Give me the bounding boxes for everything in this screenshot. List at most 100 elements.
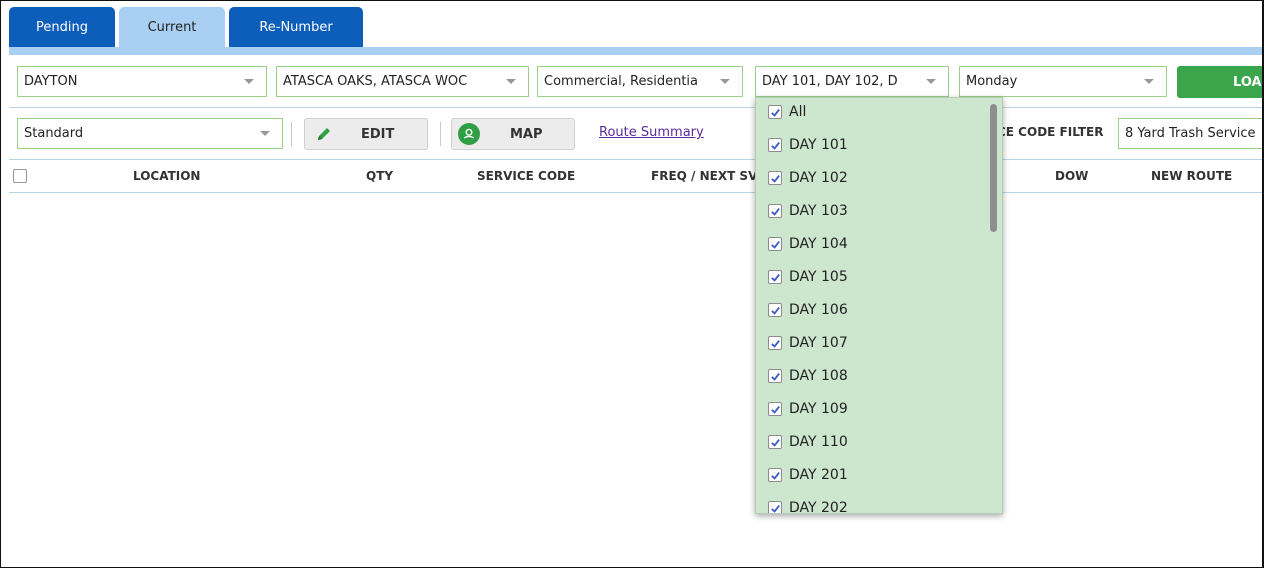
view-value: Standard — [24, 126, 84, 141]
route-option-checkbox[interactable] — [768, 270, 782, 284]
view-select[interactable]: Standard — [17, 118, 283, 149]
subdivision-select[interactable]: ATASCA OAKS, ATASCA WOC — [276, 66, 529, 97]
map-label: MAP — [510, 126, 543, 142]
column-qty[interactable]: QTY — [366, 169, 393, 183]
route-option[interactable]: DAY 102 — [768, 168, 848, 188]
route-option[interactable]: DAY 108 — [768, 366, 848, 386]
column-dow[interactable]: DOW — [1055, 169, 1088, 183]
route-option-checkbox[interactable] — [768, 402, 782, 416]
tab-current[interactable]: Current — [119, 7, 225, 47]
subdivision-value: ATASCA OAKS, ATASCA WOC — [283, 74, 468, 89]
route-option-checkbox[interactable] — [768, 468, 782, 482]
check-icon — [770, 405, 780, 414]
check-icon — [770, 372, 780, 381]
chevron-down-icon — [720, 79, 730, 84]
route-option-checkbox[interactable] — [768, 138, 782, 152]
route-option[interactable]: DAY 202 — [768, 498, 848, 514]
route-option[interactable]: DAY 110 — [768, 432, 848, 452]
route-option-label: DAY 201 — [789, 467, 848, 483]
route-option-label: DAY 101 — [789, 137, 848, 153]
chevron-down-icon — [926, 79, 936, 84]
day-value: Monday — [966, 74, 1018, 89]
route-option[interactable]: DAY 201 — [768, 465, 848, 485]
chevron-down-icon — [1144, 79, 1154, 84]
route-option-label: DAY 107 — [789, 335, 848, 351]
route-option[interactable]: DAY 104 — [768, 234, 848, 254]
route-option-checkbox[interactable] — [768, 435, 782, 449]
check-icon — [770, 240, 780, 249]
division-value: DAYTON — [24, 74, 78, 89]
route-option[interactable]: DAY 109 — [768, 399, 848, 419]
column-new-route[interactable]: NEW ROUTE — [1151, 169, 1232, 183]
route-option-label: DAY 108 — [789, 368, 848, 384]
chevron-down-icon — [244, 79, 254, 84]
check-icon — [770, 174, 780, 183]
check-icon — [770, 306, 780, 315]
check-icon — [770, 273, 780, 282]
load-button[interactable]: LOAD — [1177, 66, 1262, 98]
route-option-label: DAY 106 — [789, 302, 848, 318]
route-option-label: DAY 110 — [789, 434, 848, 450]
route-value: DAY 101, DAY 102, D — [762, 74, 898, 89]
route-option-label: DAY 202 — [789, 500, 848, 514]
route-option-checkbox[interactable] — [768, 237, 782, 251]
tab-renumber[interactable]: Re-Number — [229, 7, 363, 47]
route-dropdown-list[interactable]: All DAY 101 DAY 102 DAY 103 DAY 104 DAY 105 DA… — [755, 97, 1003, 514]
route-option-label: DAY 109 — [789, 401, 848, 417]
route-option[interactable]: All — [768, 102, 806, 122]
check-icon — [770, 471, 780, 480]
tab-pending[interactable]: Pending — [9, 7, 115, 47]
load-label: LOAD — [1233, 74, 1262, 90]
pencil-icon — [318, 128, 330, 140]
app-frame: Pending Current Re-Number DAYTON ATASCA … — [0, 0, 1264, 568]
column-location[interactable]: LOCATION — [133, 169, 200, 183]
toolbar-divider — [291, 122, 292, 146]
route-option-checkbox[interactable] — [768, 105, 782, 119]
check-icon — [770, 504, 780, 513]
route-option-checkbox[interactable] — [768, 171, 782, 185]
chevron-down-icon — [260, 131, 270, 136]
check-icon — [770, 207, 780, 216]
route-option-label: DAY 105 — [789, 269, 848, 285]
map-button[interactable]: MAP — [451, 118, 575, 150]
service-code-filter-label: CE CODE FILTER — [997, 125, 1104, 139]
category-value: Commercial, Residentia — [544, 74, 699, 89]
route-option[interactable]: DAY 101 — [768, 135, 848, 155]
row-divider — [9, 107, 1262, 108]
route-option-label: DAY 102 — [789, 170, 848, 186]
column-service-code[interactable]: SERVICE CODE — [477, 169, 575, 183]
route-option[interactable]: DAY 105 — [768, 267, 848, 287]
route-option-checkbox[interactable] — [768, 501, 782, 513]
route-option[interactable]: DAY 107 — [768, 333, 848, 353]
select-all-checkbox[interactable] — [13, 169, 27, 183]
check-icon — [770, 438, 780, 447]
service-code-filter-select[interactable]: 8 Yard Trash Service — [1118, 118, 1262, 149]
day-select[interactable]: Monday — [959, 66, 1167, 97]
route-option[interactable]: DAY 103 — [768, 201, 848, 221]
column-freq-next-svc[interactable]: FREQ / NEXT SV — [651, 169, 757, 183]
category-select[interactable]: Commercial, Residentia — [537, 66, 743, 97]
route-option-checkbox[interactable] — [768, 369, 782, 383]
route-option-checkbox[interactable] — [768, 303, 782, 317]
edit-button[interactable]: EDIT — [304, 118, 428, 150]
chevron-down-icon — [506, 79, 516, 84]
edit-label: EDIT — [361, 126, 395, 142]
map-pin-icon — [458, 123, 480, 145]
route-select[interactable]: DAY 101, DAY 102, D — [755, 66, 949, 97]
tab-bar: Pending Current Re-Number — [9, 7, 367, 47]
route-option-checkbox[interactable] — [768, 336, 782, 350]
division-select[interactable]: DAYTON — [17, 66, 267, 97]
dropdown-scrollbar[interactable] — [990, 104, 997, 232]
table-header: LOCATION QTY SERVICE CODE FREQ / NEXT SV… — [9, 159, 1262, 193]
route-option-label: DAY 103 — [789, 203, 848, 219]
check-icon — [770, 339, 780, 348]
tab-underline — [9, 47, 1262, 55]
route-option-label: DAY 104 — [789, 236, 848, 252]
route-option-checkbox[interactable] — [768, 204, 782, 218]
toolbar-divider — [440, 122, 441, 146]
route-option[interactable]: DAY 106 — [768, 300, 848, 320]
service-code-filter-value: 8 Yard Trash Service — [1125, 126, 1256, 141]
check-icon — [770, 141, 780, 150]
route-summary-link[interactable]: Route Summary — [599, 125, 704, 140]
route-option-label: All — [789, 104, 807, 120]
